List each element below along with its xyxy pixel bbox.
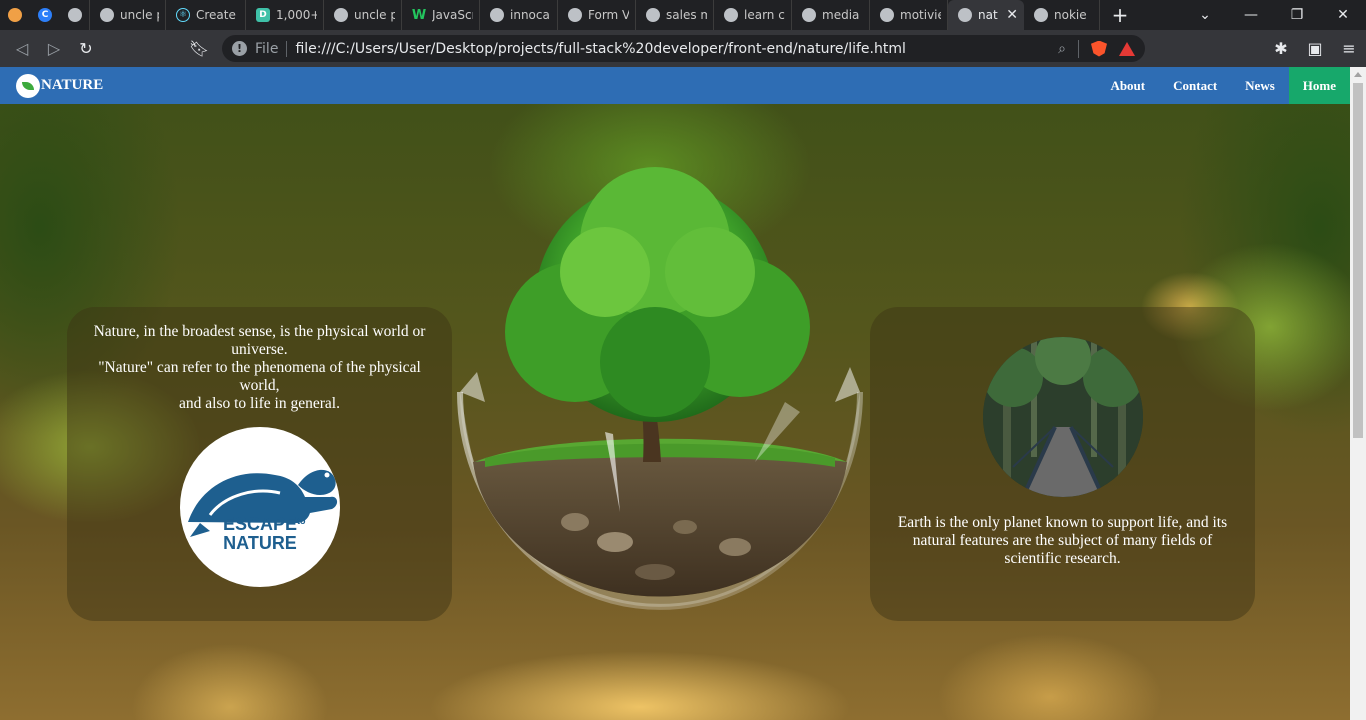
- profile-icon: [8, 8, 22, 22]
- forest-bridge-image: [983, 337, 1143, 497]
- d-icon: D: [256, 8, 270, 22]
- tree-in-globe-image: [455, 162, 865, 612]
- globe-icon: [802, 8, 816, 22]
- site-navbar: NATURE About Contact News Home: [0, 67, 1350, 104]
- profile-tab[interactable]: [0, 0, 30, 30]
- zoom-icon[interactable]: ⌕: [1058, 41, 1066, 57]
- bookmark-icon[interactable]: 🔖︎: [183, 33, 215, 65]
- left-info-card: Nature, in the broadest sense, is the ph…: [67, 307, 452, 621]
- right-card-text: Earth is the only planet known to suppor…: [897, 514, 1228, 567]
- tab-label: media: [822, 8, 860, 22]
- globe-icon: [568, 8, 582, 22]
- globe-icon: [490, 8, 504, 22]
- logo-text-nature: NATURE: [223, 533, 297, 553]
- extensions-icon[interactable]: ✱: [1264, 39, 1298, 58]
- menu-icon[interactable]: ≡: [1332, 39, 1366, 58]
- pinned-tab[interactable]: C: [30, 0, 60, 30]
- browser-toolbar: ◁ ▷ ↻ 🔖︎ ! File file:///C:/Users/User/De…: [0, 30, 1366, 67]
- logo-text-to: to: [297, 516, 306, 526]
- reload-icon[interactable]: ↻: [70, 33, 102, 65]
- globe-icon: [1034, 8, 1048, 22]
- nav-news[interactable]: News: [1231, 67, 1289, 104]
- tab-label: sales m: [666, 8, 707, 22]
- tab-label: motivie: [900, 8, 941, 22]
- browser-tab[interactable]: learn ch: [714, 0, 792, 30]
- wallet-icon[interactable]: ▣: [1298, 39, 1332, 58]
- right-info-card: Earth is the only planet known to suppor…: [870, 307, 1255, 621]
- globe-icon: [724, 8, 738, 22]
- brand-name: NATURE: [41, 77, 104, 93]
- url-text[interactable]: file:///C:/Users/User/Desktop/projects/f…: [295, 41, 905, 57]
- card-text-line: and also to life in general.: [179, 395, 340, 412]
- globe-icon: [67, 8, 82, 22]
- minimize-icon[interactable]: —: [1228, 0, 1274, 30]
- scrollbar-thumb[interactable]: [1353, 83, 1363, 438]
- w-icon: W: [411, 7, 427, 23]
- logo-text-escape: ESCAPE: [222, 514, 298, 534]
- tab-strip: C uncle p ⚛ Create a D 1,000+ uncle p W …: [0, 0, 1366, 30]
- web-page: NATURE About Contact News Home Nature, i…: [0, 67, 1350, 720]
- globe-icon: [100, 8, 114, 22]
- tab-label: 1,000+: [276, 8, 317, 22]
- tab-label: natu: [978, 8, 998, 22]
- browser-tab[interactable]: media: [792, 0, 870, 30]
- info-icon[interactable]: !: [232, 41, 247, 56]
- back-icon[interactable]: ◁: [6, 33, 38, 65]
- restore-icon[interactable]: ❐: [1274, 0, 1320, 30]
- tab-search-icon[interactable]: ⌄: [1182, 0, 1228, 30]
- new-tab-button[interactable]: +: [1100, 3, 1140, 27]
- browser-tab[interactable]: ⚛ Create a: [166, 0, 246, 30]
- bridge-icon: [983, 337, 1143, 497]
- browser-tab[interactable]: innocal: [480, 0, 558, 30]
- browser-tab[interactable]: Form V: [558, 0, 636, 30]
- browser-tab[interactable]: nokie: [1024, 0, 1100, 30]
- browser-tab[interactable]: D 1,000+: [246, 0, 324, 30]
- browser-tab[interactable]: uncle p: [90, 0, 166, 30]
- react-icon: ⚛: [176, 8, 190, 22]
- card-text-line: "Nature" can refer to the phenomena of t…: [98, 359, 421, 394]
- c-icon: C: [38, 8, 52, 22]
- tab-label: uncle p: [120, 8, 159, 22]
- tab-label: JavaScr: [432, 8, 473, 22]
- page-scrollbar[interactable]: [1350, 67, 1366, 720]
- browser-tab[interactable]: motivie: [870, 0, 948, 30]
- globe-icon: [646, 8, 660, 22]
- globe-icon: [958, 8, 972, 22]
- browser-tab[interactable]: sales m: [636, 0, 714, 30]
- divider: [1078, 39, 1079, 58]
- brave-shields-icon[interactable]: [1091, 40, 1107, 57]
- site-brand[interactable]: NATURE: [16, 73, 104, 98]
- tree-globe-icon: [457, 167, 863, 610]
- turtle-icon: [188, 469, 338, 537]
- forward-icon[interactable]: ▷: [38, 33, 70, 65]
- url-scheme: File: [255, 40, 288, 57]
- nav-contact[interactable]: Contact: [1159, 67, 1231, 104]
- nav-about[interactable]: About: [1096, 67, 1159, 104]
- scroll-up-icon[interactable]: [1354, 72, 1362, 77]
- escape-to-nature-logo: ESCAPE NATURE to: [180, 427, 340, 587]
- card-text-line: Nature, in the broadest sense, is the ph…: [93, 323, 426, 358]
- tab-label: nokie: [1054, 8, 1087, 22]
- address-bar[interactable]: ! File file:///C:/Users/User/Desktop/pro…: [222, 35, 1145, 62]
- nav-links: About Contact News Home: [1096, 67, 1350, 104]
- globe-icon: [334, 8, 348, 22]
- close-window-icon[interactable]: ✕: [1320, 0, 1366, 30]
- leaf-logo-icon: [16, 73, 40, 98]
- globe-icon: [880, 8, 894, 22]
- brave-rewards-icon[interactable]: [1119, 41, 1135, 56]
- browser-tab[interactable]: uncle p: [324, 0, 402, 30]
- close-tab-icon[interactable]: ✕: [1006, 7, 1018, 23]
- tab-label: learn ch: [744, 8, 785, 22]
- tab-label: Create a: [196, 8, 239, 22]
- pinned-tab-globe[interactable]: [60, 0, 90, 30]
- tab-label: uncle p: [354, 8, 395, 22]
- browser-tab[interactable]: W JavaScr: [402, 0, 480, 30]
- tab-label: Form V: [588, 8, 629, 22]
- nav-home[interactable]: Home: [1288, 67, 1350, 104]
- tab-label: innocal: [510, 8, 551, 22]
- active-browser-tab[interactable]: natu ✕: [948, 0, 1024, 30]
